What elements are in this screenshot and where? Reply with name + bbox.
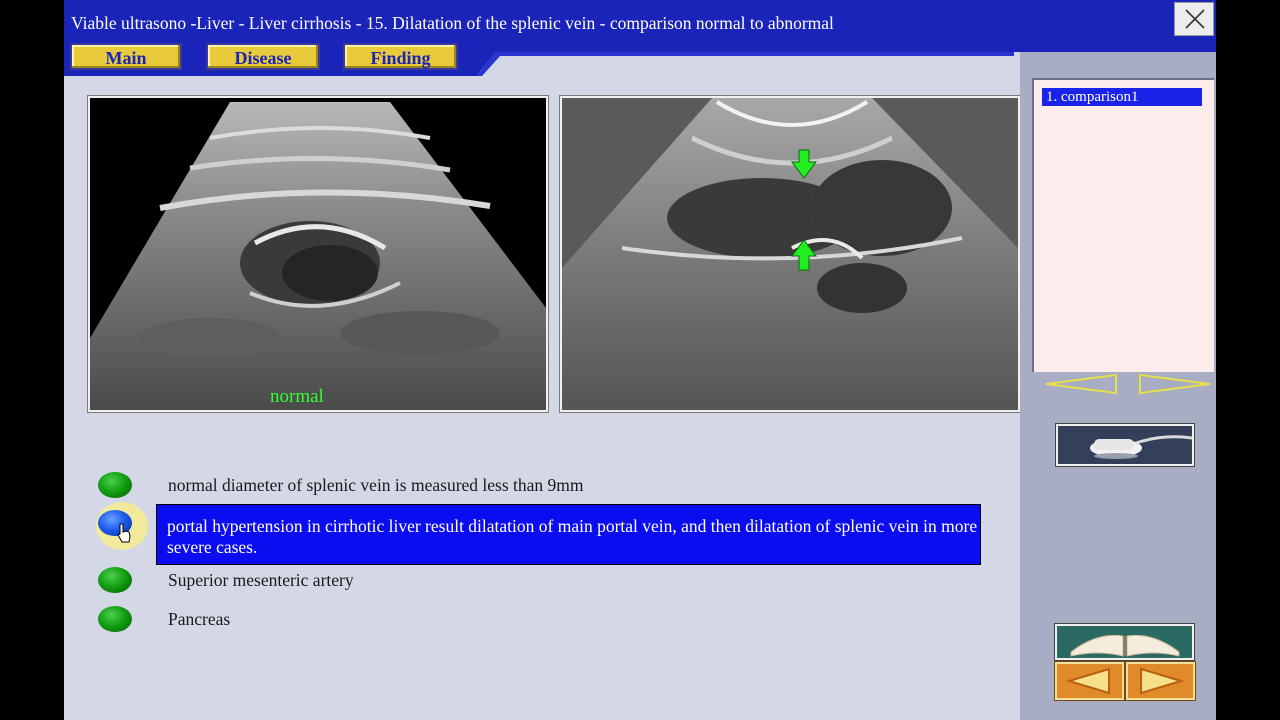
cursor-hand-icon: [117, 523, 131, 543]
disease-button[interactable]: Disease: [206, 43, 320, 70]
next-button[interactable]: [1126, 662, 1195, 700]
probe-button[interactable]: [1056, 424, 1194, 466]
finding-indicator-3[interactable]: [98, 567, 132, 593]
main-button[interactable]: Main: [70, 43, 182, 70]
finding-text-3[interactable]: Superior mesenteric artery: [168, 570, 354, 591]
finding-text-4[interactable]: Pancreas: [168, 609, 230, 630]
finding-button[interactable]: Finding: [343, 43, 458, 70]
ultrasound-probe-icon: [1058, 426, 1193, 464]
ultrasound-scan-abnormal: [562, 98, 1018, 410]
ultrasound-scan-normal: [90, 102, 546, 410]
nav-right-arrow-icon[interactable]: [1139, 373, 1211, 395]
normal-caption: normal: [270, 386, 324, 407]
book-icon: [1057, 626, 1192, 658]
finding-indicator-1[interactable]: [98, 472, 132, 498]
next-arrow-icon: [1140, 667, 1185, 695]
close-button[interactable]: [1174, 2, 1214, 36]
right-panel: 1. comparison1: [1020, 52, 1216, 720]
book-button[interactable]: [1055, 624, 1194, 660]
finding-highlight-box[interactable]: portal hypertension in cirrhotic liver r…: [156, 504, 981, 565]
close-icon: [1185, 9, 1205, 29]
finding-text-1[interactable]: normal diameter of splenic vein is measu…: [168, 475, 584, 496]
list-item-comparison1[interactable]: 1. comparison1: [1042, 88, 1202, 106]
ultrasound-image-abnormal: [560, 96, 1020, 412]
nav-left-arrow-icon[interactable]: [1045, 373, 1117, 395]
finding-text-2[interactable]: portal hypertension in cirrhotic liver r…: [167, 516, 987, 558]
app-window: Viable ultrasono -Liver - Liver cirrhosi…: [64, 0, 1216, 720]
window-title: Viable ultrasono -Liver - Liver cirrhosi…: [71, 13, 834, 33]
prev-arrow-icon: [1065, 667, 1110, 695]
list-nav-arrows: [1045, 373, 1211, 395]
comparison-list[interactable]: 1. comparison1: [1032, 78, 1214, 372]
prev-button[interactable]: [1055, 662, 1124, 700]
finding-indicator-4[interactable]: [98, 606, 132, 632]
title-bar: Viable ultrasono -Liver - Liver cirrhosi…: [64, 0, 1216, 40]
ultrasound-image-normal: normal: [88, 96, 548, 412]
